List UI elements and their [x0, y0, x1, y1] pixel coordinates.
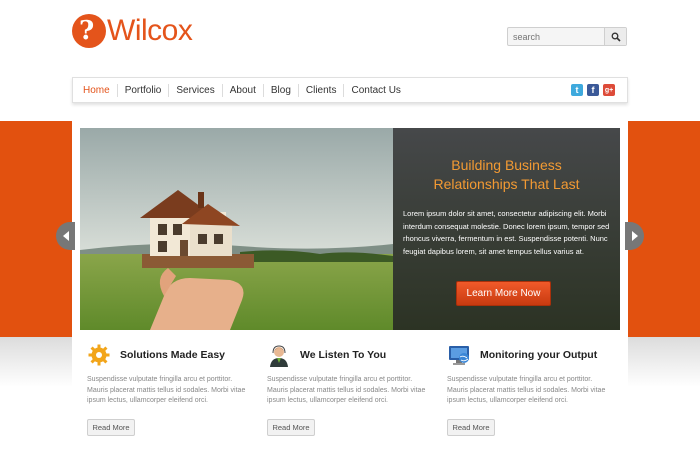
site-name: Wilcox: [107, 14, 193, 47]
nav-item-contact-us[interactable]: Contact Us: [344, 84, 407, 97]
slide-caption-panel: Building Business Relationships That Las…: [393, 128, 620, 330]
nav-item-clients[interactable]: Clients: [299, 83, 345, 97]
magnifier-icon: [611, 32, 621, 42]
feature-title: Solutions Made Easy: [120, 349, 226, 361]
search-input[interactable]: [508, 28, 604, 45]
slide-title: Building Business Relationships That Las…: [433, 157, 580, 192]
social-links: t f g+: [571, 84, 615, 96]
feature-text: Suspendisse vulputate fringilla arcu et …: [87, 376, 246, 404]
nav-item-portfolio[interactable]: Portfolio: [118, 83, 170, 97]
nav-item-blog[interactable]: Blog: [264, 83, 299, 97]
search-button[interactable]: [604, 28, 626, 45]
gear-icon: [88, 344, 110, 366]
logo-mark-icon: ?: [72, 14, 106, 48]
read-more-button[interactable]: Read More: [267, 419, 315, 436]
search-box: [507, 27, 627, 46]
hero-slider: Building Business Relationships That Las…: [80, 128, 620, 330]
google-plus-icon[interactable]: g+: [603, 84, 615, 96]
feature-title: We Listen To You: [300, 349, 387, 361]
read-more-button[interactable]: Read More: [87, 419, 135, 436]
main-nav: Home Portfolio Services About Blog Clien…: [72, 77, 628, 103]
facebook-icon[interactable]: f: [587, 84, 599, 96]
site-logo[interactable]: ? Wilcox: [72, 14, 193, 48]
feature-title: Monitoring your Output: [480, 349, 598, 361]
house-in-hand-image: [80, 128, 393, 330]
read-more-button[interactable]: Read More: [447, 419, 495, 436]
nav-item-services[interactable]: Services: [169, 83, 223, 97]
slide-text: Lorem ipsum dolor sit amet, consectetur …: [403, 209, 610, 256]
chevron-left-icon: [62, 231, 69, 241]
user-headset-icon: [270, 345, 288, 367]
chevron-right-icon: [631, 231, 638, 241]
feature-text: Suspendisse vulputate fringilla arcu et …: [267, 376, 426, 404]
nav-item-about[interactable]: About: [223, 83, 264, 97]
learn-more-button[interactable]: Learn More Now: [456, 281, 551, 306]
twitter-icon[interactable]: t: [571, 84, 583, 96]
feature-text: Suspendisse vulputate fringilla arcu et …: [447, 376, 606, 404]
monitor-globe-icon: [449, 346, 469, 365]
nav-item-home[interactable]: Home: [76, 83, 118, 97]
